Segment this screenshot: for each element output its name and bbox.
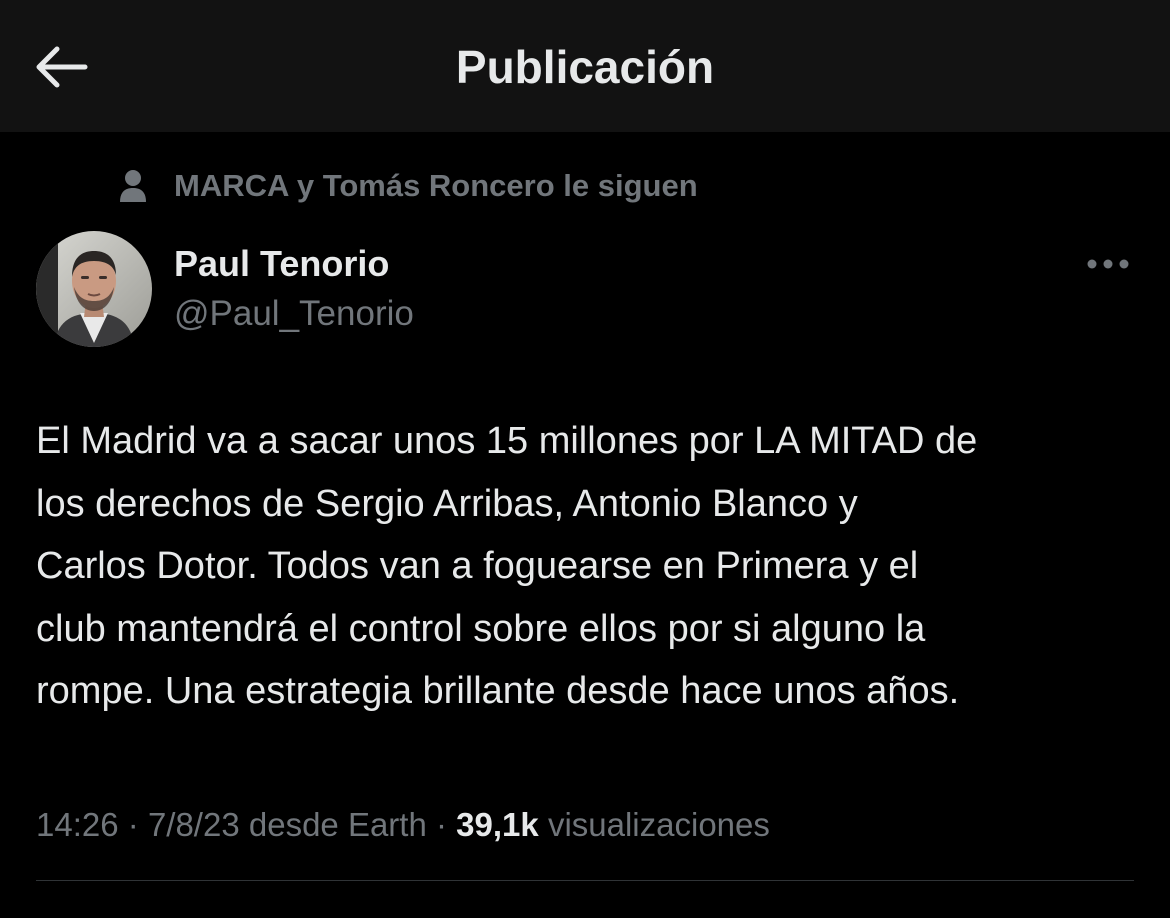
tweet-metadata: 14:26 · 7/8/23 desde Earth · 39,1k visua… xyxy=(36,800,770,850)
meta-separator: · xyxy=(127,806,139,843)
tweet-source: desde Earth xyxy=(248,806,427,843)
views-label: visualizaciones xyxy=(547,806,770,843)
social-context-text: MARCA y Tomás Roncero le siguen xyxy=(174,168,698,203)
more-horizontal-icon xyxy=(1087,259,1129,269)
person-icon xyxy=(118,164,158,208)
meta-separator: · xyxy=(436,806,447,843)
tweet-time[interactable]: 14:26 xyxy=(36,806,119,843)
avatar[interactable] xyxy=(36,231,152,347)
page-title: Publicación xyxy=(455,41,715,93)
views-count[interactable]: 39,1k xyxy=(456,806,539,843)
author-handle[interactable]: @Paul_Tenorio xyxy=(174,290,414,338)
tweet-date[interactable]: 7/8/23 xyxy=(148,806,240,843)
more-options-button[interactable] xyxy=(1078,244,1138,284)
author-name[interactable]: Paul Tenorio xyxy=(174,240,389,288)
tweet-text: El Madrid va a sacar unos 15 millones po… xyxy=(36,420,978,712)
top-navigation-bar: Publicación xyxy=(0,0,1170,132)
divider xyxy=(36,880,1134,881)
social-context[interactable]: MARCA y Tomás Roncero le siguen xyxy=(118,164,698,208)
